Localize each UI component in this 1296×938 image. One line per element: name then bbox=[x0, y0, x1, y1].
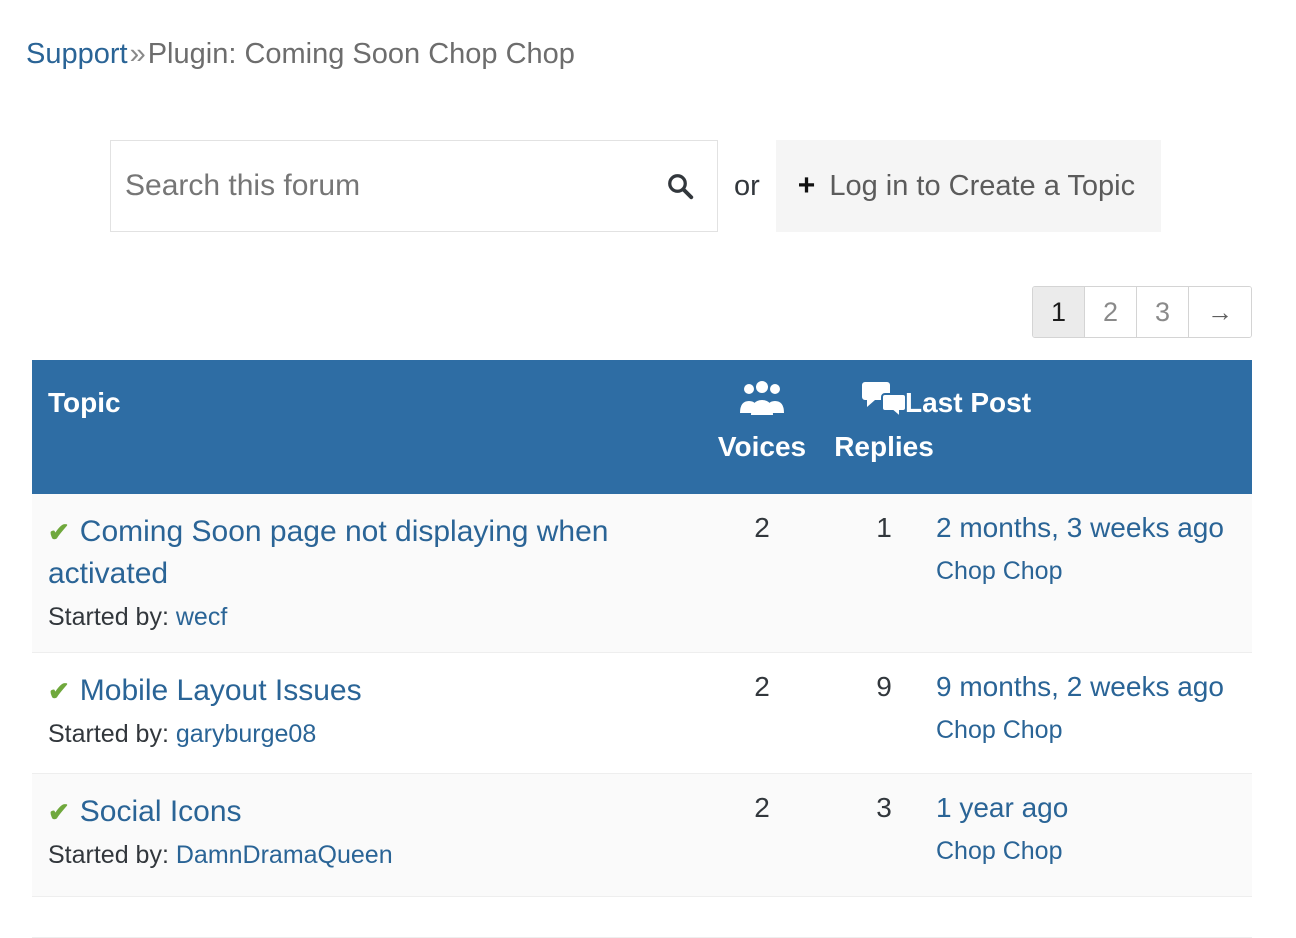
topic-cell: ✔ Coming Soon page not displaying when ac… bbox=[48, 511, 658, 634]
breadcrumb-current: Plugin: Coming Soon Chop Chop bbox=[147, 38, 575, 70]
topic-author-link[interactable]: garyburge08 bbox=[176, 720, 316, 748]
topic-title-link[interactable]: Social Icons bbox=[80, 795, 242, 828]
column-header-last-post: Last Post bbox=[905, 387, 1032, 418]
create-topic-label: Log in to Create a Topic bbox=[829, 169, 1136, 202]
last-post-cell: 9 months, 2 weeks ago Chop Chop bbox=[936, 667, 1246, 747]
started-by-label: Started by: bbox=[48, 603, 169, 631]
breadcrumb-link-support[interactable]: Support bbox=[26, 38, 128, 70]
last-post-time-link[interactable]: 9 months, 2 weeks ago bbox=[936, 667, 1246, 707]
topic-started-by: Started by: garyburge08 bbox=[48, 717, 658, 751]
topic-started-by: Started by: DamnDramaQueen bbox=[48, 838, 658, 872]
table-row[interactable] bbox=[32, 897, 1252, 938]
table-row[interactable]: ✔ Coming Soon page not displaying when ac… bbox=[32, 494, 1252, 653]
table-row[interactable]: ✔ Social Icons Started by: DamnDramaQueen… bbox=[32, 774, 1252, 897]
last-post-author-link[interactable]: Chop Chop bbox=[936, 713, 1246, 747]
topic-cell: ✔ Mobile Layout Issues Started by: garybu… bbox=[48, 670, 658, 751]
started-by-label: Started by: bbox=[48, 720, 169, 748]
topic-title: ✔ Mobile Layout Issues bbox=[48, 670, 658, 712]
or-label: or bbox=[734, 169, 760, 202]
resolved-check-icon: ✔ bbox=[48, 517, 70, 547]
table-row[interactable]: ✔ Mobile Layout Issues Started by: garybu… bbox=[32, 653, 1252, 774]
last-post-author-link[interactable]: Chop Chop bbox=[936, 554, 1246, 588]
users-group-icon bbox=[740, 381, 784, 415]
plus-icon: + bbox=[797, 169, 816, 202]
last-post-cell: 1 year ago Chop Chop bbox=[936, 788, 1246, 868]
forum-page: Support»Plugin: Coming Soon Chop Chop or… bbox=[0, 0, 1296, 938]
breadcrumb-separator: » bbox=[129, 38, 146, 70]
last-post-time-link[interactable]: 1 year ago bbox=[936, 788, 1246, 828]
table-header: Topic Voices Replies Last Post bbox=[32, 360, 1252, 494]
breadcrumb: Support»Plugin: Coming Soon Chop Chop bbox=[26, 33, 575, 75]
speech-bubbles-icon bbox=[862, 382, 907, 418]
topic-cell: ✔ Social Icons Started by: DamnDramaQueen bbox=[48, 791, 658, 872]
column-header-replies-label: Replies bbox=[834, 431, 934, 462]
resolved-check-icon: ✔ bbox=[48, 797, 70, 827]
resolved-check-icon: ✔ bbox=[48, 676, 70, 706]
last-post-author-link[interactable]: Chop Chop bbox=[936, 834, 1246, 868]
pagination: 1 2 3 → bbox=[1032, 286, 1252, 338]
topic-title-link[interactable]: Mobile Layout Issues bbox=[80, 674, 362, 707]
topic-author-link[interactable]: DamnDramaQueen bbox=[176, 841, 393, 869]
search-input[interactable] bbox=[125, 163, 657, 209]
topic-title: ✔ Social Icons bbox=[48, 791, 658, 833]
search-icon[interactable] bbox=[665, 171, 695, 201]
pagination-page-2[interactable]: 2 bbox=[1085, 287, 1137, 337]
topics-table: Topic Voices Replies Last Post ✔ Coming … bbox=[32, 360, 1252, 938]
pagination-next-button[interactable]: → bbox=[1189, 287, 1251, 337]
last-post-cell: 2 months, 3 weeks ago Chop Chop bbox=[936, 508, 1246, 588]
search-box[interactable] bbox=[110, 140, 718, 232]
topic-author-link[interactable]: wecf bbox=[176, 603, 227, 631]
started-by-label: Started by: bbox=[48, 841, 169, 869]
create-topic-button[interactable]: + Log in to Create a Topic bbox=[775, 140, 1162, 232]
forum-search-row: or + Log in to Create a Topic bbox=[110, 140, 1162, 232]
column-header-topic: Topic bbox=[48, 387, 121, 418]
topic-started-by: Started by: wecf bbox=[48, 600, 658, 634]
pagination-page-3[interactable]: 3 bbox=[1137, 287, 1189, 337]
topic-title: ✔ Coming Soon page not displaying when ac… bbox=[48, 511, 658, 595]
last-post-time-link[interactable]: 2 months, 3 weeks ago bbox=[936, 508, 1246, 548]
pagination-page-1[interactable]: 1 bbox=[1033, 287, 1085, 337]
topic-title-link[interactable]: Coming Soon page not displaying when act… bbox=[48, 515, 609, 590]
